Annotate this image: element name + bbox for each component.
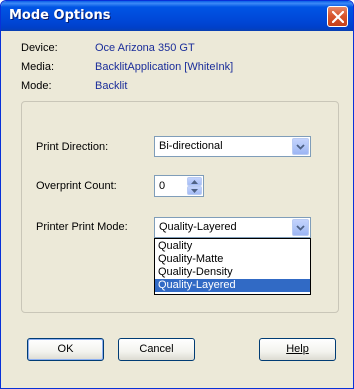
print-direction-select[interactable]: Bi-directional (154, 136, 311, 157)
mode-value: Backlit (95, 80, 128, 92)
help-button[interactable]: Help (259, 338, 336, 361)
mode-label: Mode: (21, 80, 52, 92)
print-direction-value: Bi-directional (159, 140, 223, 152)
overprint-decrement-button[interactable] (187, 186, 202, 195)
overprint-count-value[interactable]: 0 (159, 180, 165, 192)
chevron-down-icon (296, 225, 305, 231)
overprint-count-label: Overprint Count: (36, 180, 117, 192)
overprint-increment-button[interactable] (187, 177, 202, 186)
help-button-label: Help (286, 343, 309, 355)
overprint-count-stepper[interactable]: 0 (154, 175, 204, 197)
option-quality[interactable]: Quality (155, 240, 310, 253)
print-direction-dropdown-button[interactable] (292, 138, 309, 155)
option-quality-density[interactable]: Quality-Density (155, 266, 310, 279)
close-button[interactable] (327, 6, 348, 27)
ok-button[interactable]: OK (27, 338, 104, 361)
printer-print-mode-select[interactable]: Quality-Layered (154, 217, 311, 238)
printer-print-mode-options-list[interactable]: Quality Quality-Matte Quality-Density Qu… (154, 238, 311, 295)
print-direction-label: Print Direction: (36, 141, 109, 153)
arrow-down-icon (191, 189, 198, 193)
cancel-button[interactable]: Cancel (118, 338, 195, 361)
close-icon (332, 11, 344, 23)
printer-print-mode-value: Quality-Layered (159, 221, 237, 233)
device-label: Device: (21, 42, 58, 54)
printer-print-mode-dropdown-button[interactable] (292, 219, 309, 236)
media-value: BacklitApplication [WhiteInk] (95, 61, 234, 73)
mode-options-dialog: Mode Options Device: Oce Arizona 350 GT … (0, 0, 354, 389)
printer-print-mode-label: Printer Print Mode: (36, 221, 128, 233)
title-bar[interactable]: Mode Options (1, 1, 353, 31)
arrow-up-icon (191, 180, 198, 184)
dialog-title: Mode Options (9, 8, 111, 23)
chevron-down-icon (296, 144, 305, 150)
device-value: Oce Arizona 350 GT (95, 42, 195, 54)
option-quality-matte[interactable]: Quality-Matte (155, 253, 310, 266)
option-quality-layered[interactable]: Quality-Layered (155, 279, 310, 292)
media-label: Media: (21, 61, 55, 73)
